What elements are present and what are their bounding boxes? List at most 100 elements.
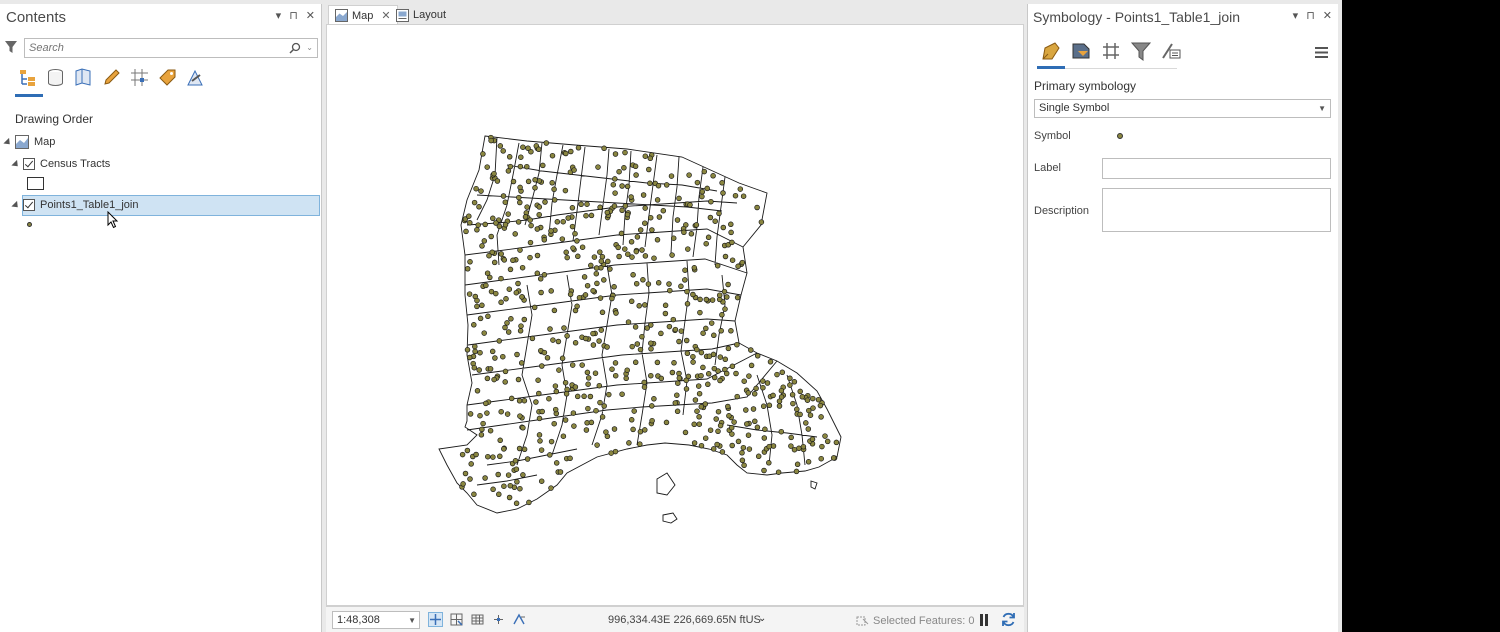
point-marker[interactable]	[719, 180, 725, 186]
point-marker[interactable]	[628, 298, 635, 305]
point-marker[interactable]	[591, 254, 598, 260]
point-marker[interactable]	[611, 426, 618, 432]
point-marker[interactable]	[493, 290, 499, 297]
point-marker[interactable]	[519, 294, 525, 300]
point-marker[interactable]	[613, 310, 619, 316]
point-marker[interactable]	[524, 204, 530, 210]
point-marker[interactable]	[753, 385, 759, 392]
point-marker[interactable]	[604, 209, 611, 216]
point-marker[interactable]	[527, 254, 533, 261]
point-marker[interactable]	[492, 355, 498, 361]
point-marker[interactable]	[676, 370, 682, 377]
point-marker[interactable]	[690, 291, 696, 298]
point-marker[interactable]	[594, 442, 600, 448]
point-marker[interactable]	[564, 386, 570, 393]
point-marker[interactable]	[719, 312, 725, 318]
point-marker[interactable]	[534, 252, 541, 259]
point-marker[interactable]	[735, 263, 741, 270]
point-marker[interactable]	[705, 381, 711, 388]
layer-visibility-checkbox[interactable]	[23, 158, 35, 170]
filter-icon[interactable]	[4, 40, 18, 54]
point-marker[interactable]	[460, 481, 466, 487]
display-filters-tab-icon[interactable]	[1130, 40, 1152, 62]
point-marker[interactable]	[547, 326, 553, 332]
point-marker[interactable]	[618, 230, 625, 237]
point-marker[interactable]	[491, 170, 497, 177]
point-marker[interactable]	[663, 182, 670, 188]
point-marker[interactable]	[656, 214, 663, 220]
point-marker[interactable]	[729, 363, 736, 370]
point-marker[interactable]	[805, 426, 812, 432]
point-marker[interactable]	[474, 388, 481, 394]
point-marker[interactable]	[718, 328, 724, 334]
point-marker[interactable]	[552, 406, 559, 413]
point-marker[interactable]	[560, 433, 567, 439]
point-marker[interactable]	[632, 324, 639, 330]
point-marker[interactable]	[789, 391, 796, 398]
point-marker[interactable]	[630, 426, 636, 433]
point-marker[interactable]	[624, 211, 631, 218]
point-marker[interactable]	[520, 472, 526, 478]
point-marker[interactable]	[462, 470, 469, 477]
point-marker[interactable]	[479, 243, 485, 249]
point-marker[interactable]	[548, 485, 554, 491]
point-marker[interactable]	[766, 402, 773, 409]
point-marker[interactable]	[497, 437, 503, 444]
point-marker[interactable]	[588, 212, 595, 219]
point-marker[interactable]	[594, 280, 600, 287]
point-marker[interactable]	[700, 364, 706, 371]
point-marker[interactable]	[517, 163, 524, 170]
point-marker[interactable]	[709, 297, 716, 303]
point-marker[interactable]	[655, 280, 662, 286]
point-marker[interactable]	[694, 179, 701, 186]
point-marker[interactable]	[619, 207, 625, 214]
point-marker[interactable]	[621, 165, 627, 171]
point-marker[interactable]	[688, 231, 695, 237]
point-marker[interactable]	[552, 383, 559, 389]
point-marker[interactable]	[467, 220, 473, 226]
point-marker[interactable]	[510, 178, 517, 185]
point-marker[interactable]	[464, 347, 471, 353]
point-marker[interactable]	[634, 341, 641, 347]
point-marker[interactable]	[508, 316, 514, 322]
point-marker[interactable]	[611, 284, 617, 290]
point-marker[interactable]	[571, 167, 577, 173]
point-marker[interactable]	[546, 395, 552, 402]
point-marker[interactable]	[549, 180, 555, 186]
point-marker[interactable]	[481, 238, 488, 244]
point-marker[interactable]	[502, 368, 509, 375]
point-marker[interactable]	[793, 468, 800, 475]
point-marker[interactable]	[606, 391, 612, 398]
point-marker[interactable]	[696, 390, 703, 397]
point-marker[interactable]	[574, 393, 581, 400]
selected-features-indicator[interactable]: Selected Features: 0	[856, 614, 975, 627]
point-marker[interactable]	[713, 416, 719, 422]
point-marker[interactable]	[634, 234, 641, 240]
point-marker[interactable]	[527, 239, 534, 246]
point-marker[interactable]	[715, 428, 721, 435]
point-marker[interactable]	[624, 183, 631, 190]
point-marker[interactable]	[669, 252, 675, 258]
polygon-symbol-swatch[interactable]	[27, 177, 44, 190]
point-marker[interactable]	[717, 422, 724, 429]
point-marker[interactable]	[666, 323, 673, 330]
point-marker[interactable]	[526, 499, 532, 506]
point-marker[interactable]	[690, 359, 696, 365]
point-marker[interactable]	[630, 272, 636, 278]
point-marker[interactable]	[489, 348, 496, 355]
point-marker[interactable]	[478, 188, 484, 194]
point-marker[interactable]	[595, 164, 601, 170]
point-marker[interactable]	[797, 411, 803, 418]
point-marker[interactable]	[564, 254, 570, 261]
point-marker[interactable]	[612, 151, 619, 157]
point-marker[interactable]	[817, 402, 824, 409]
point-marker[interactable]	[636, 303, 642, 309]
point-marker[interactable]	[729, 257, 736, 263]
point-marker[interactable]	[745, 432, 752, 438]
point-marker[interactable]	[691, 265, 698, 271]
point-marker[interactable]	[724, 294, 730, 300]
point-marker[interactable]	[483, 400, 489, 407]
point-marker[interactable]	[466, 213, 472, 219]
point-marker[interactable]	[583, 427, 590, 433]
point-marker[interactable]	[649, 417, 655, 424]
